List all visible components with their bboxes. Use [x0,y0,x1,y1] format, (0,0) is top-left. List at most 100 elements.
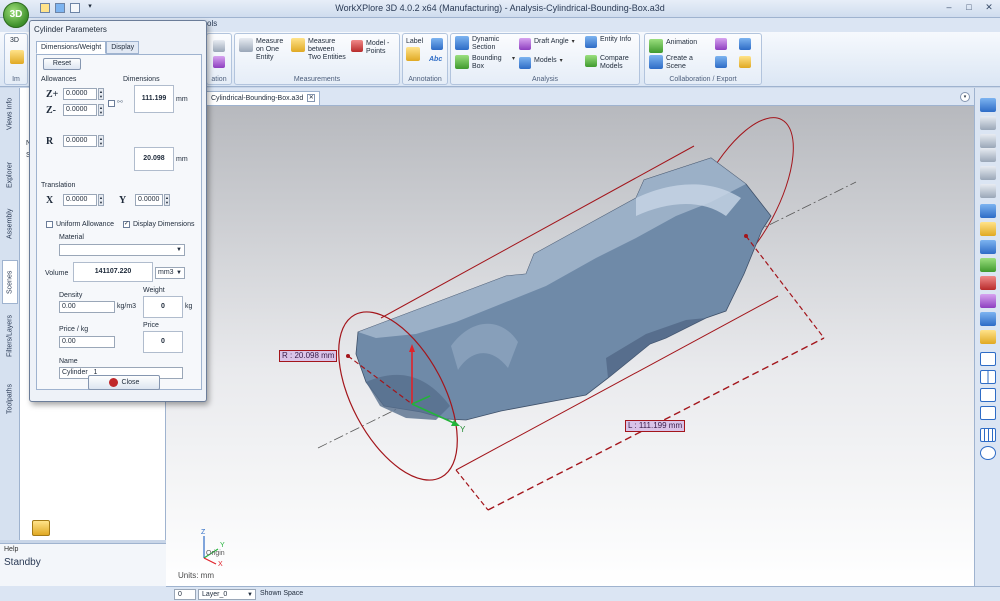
import-3d-button[interactable]: 3D [10,37,19,45]
view-left-icon[interactable] [980,294,996,308]
help-status: Standby [4,557,41,568]
view-right-icon[interactable] [980,312,996,326]
zoom-window-icon[interactable] [980,116,996,130]
entity-info-button[interactable]: Entity Info [585,36,637,48]
uniform-allowance-checkbox[interactable] [46,221,53,228]
close-button[interactable]: Close [88,375,160,390]
reset-button[interactable]: Reset [43,58,81,70]
ribbon-tab-tools[interactable]: ols [207,19,217,28]
tab-assembly[interactable]: Assembly [2,202,18,246]
tab-dimensions-weight[interactable]: Dimensions/Weight [36,41,107,54]
annotation-note-icon[interactable] [431,38,443,50]
tab-scenes[interactable]: Scenes [2,260,18,304]
target-icon[interactable] [980,446,996,460]
material-select[interactable]: ▼ [59,244,185,256]
abc-text-button[interactable]: Abc [429,56,442,64]
link-z-checkbox[interactable] [108,100,115,107]
zoom-fit-icon[interactable] [980,134,996,148]
view-front-icon[interactable] [980,222,996,236]
tab-views-info[interactable]: Views Info [2,90,18,138]
close-window-button[interactable]: ✕ [982,2,996,14]
radius-dimension-value: 20.098 [134,147,174,171]
measure-one-entity-button[interactable]: Measure on One Entity [239,38,291,62]
weight-label: Weight [143,287,165,294]
display-dimensions-checkbox[interactable]: ✓ [123,221,130,228]
display-mode-icon[interactable] [213,40,225,52]
zminus-spinner[interactable]: ▲ ▼ [98,104,104,116]
part-model[interactable] [355,157,772,421]
layer-select[interactable]: Layer_0 ▼ [198,589,256,600]
measure-two-entities-button[interactable]: Measure between Two Entities [291,38,347,62]
zplus-input[interactable]: 0.0000 [63,88,97,100]
maximize-button[interactable]: □ [962,2,976,14]
create-scene-button[interactable]: Create a Scene [649,55,705,71]
density-unit: kg/m3 [117,303,137,310]
export-image-icon[interactable] [715,38,727,50]
document-tab[interactable]: Cylindrical-Bounding-Box.a3d ✕ [206,91,321,105]
zminus-input[interactable]: 0.0000 [63,104,97,116]
density-input[interactable]: 0.00 [59,301,115,313]
ribbon-group-import-label: Im [12,76,20,83]
document-menu-icon[interactable]: ▾ [960,92,970,102]
export-3d-icon[interactable] [715,56,727,68]
tab-explorer[interactable]: Explorer [2,152,18,198]
tab-toolpaths[interactable]: Toolpaths [2,376,18,422]
pan-icon[interactable] [980,184,996,198]
tab-display[interactable]: Display [106,41,140,54]
minimize-button[interactable]: – [942,2,956,14]
close-tab-icon[interactable]: ✕ [307,94,316,102]
view-cube-icon[interactable] [980,98,996,112]
view-back-icon[interactable] [980,240,996,254]
animation-label: Animation [666,39,698,46]
y-translation-input[interactable]: 0.0000 [135,194,163,206]
animation-icon [649,39,663,53]
x-translation-input[interactable]: 0.0000 [63,194,97,206]
dynamic-section-button[interactable]: Dynamic Section [455,36,511,52]
share-icon[interactable] [739,38,751,50]
price-per-kg-input[interactable]: 0.00 [59,336,115,348]
length-dimension-start [744,234,748,238]
layout-single-icon[interactable] [980,352,996,366]
3d-viewport[interactable]: Y Z Y X Origin R : 20.098 mm L : 111.199… [166,106,974,586]
measure-two-icon [291,38,305,52]
x-spinner[interactable]: ▲ ▼ [98,194,104,206]
bounding-box-button[interactable]: Bounding Box ▾ [455,55,515,71]
render-mode-icon[interactable] [213,56,225,68]
view-iso-icon[interactable] [980,204,996,218]
grid-icon[interactable] [980,428,996,442]
layout-vertical-split-icon[interactable] [980,370,996,384]
bounding-box-dropdown-icon[interactable]: ▾ [512,55,515,63]
volume-value: 141107.220 [73,262,153,282]
tab-filters-layers[interactable]: Filters/Layers [2,310,18,362]
volume-unit-select[interactable]: mm3 ▼ [155,267,185,279]
models-button[interactable]: Models ▾ [519,57,575,69]
compare-models-button[interactable]: Compare Models [585,55,639,71]
publish-icon[interactable] [739,56,751,68]
triad-z-label: Z [201,529,206,536]
open-file-icon[interactable] [10,50,24,64]
zoom-in-icon[interactable] [980,148,996,162]
zoom-out-icon[interactable] [980,166,996,180]
model-points-button[interactable]: Model - Points [351,40,399,56]
ribbon-group-measurements: Measure on One Entity Measure between Tw… [234,33,400,85]
app-menu-button[interactable]: 3D [3,2,29,28]
label-button[interactable]: Label [406,38,423,61]
draft-angle-button[interactable]: Draft Angle ▾ [519,38,585,50]
layout-horizontal-split-icon[interactable] [980,388,996,402]
models-dropdown-icon[interactable]: ▾ [560,57,563,65]
layout-quad-icon[interactable] [980,406,996,420]
length-annotation-label[interactable]: L : 111.199 mm [625,420,686,432]
radius-annotation-label[interactable]: R : 20.098 mm [279,350,338,362]
title-bar: 3D ▾ WorkXPlore 3D 4.0.2 x64 (Manufactur… [0,0,1000,28]
scene-svg[interactable]: Y Z Y X Origin [166,106,974,586]
view-top-icon[interactable] [980,258,996,272]
view-custom-icon[interactable] [980,330,996,344]
zplus-spinner[interactable]: ▲ ▼ [98,88,104,100]
y-spinner[interactable]: ▲ ▼ [164,194,170,206]
draft-angle-dropdown-icon[interactable]: ▾ [572,38,575,46]
scene-folder-button[interactable] [32,520,50,536]
r-input[interactable]: 0.0000 [63,135,97,147]
r-spinner[interactable]: ▲ ▼ [98,135,104,147]
view-bottom-icon[interactable] [980,276,996,290]
animation-button[interactable]: Animation [649,39,705,53]
